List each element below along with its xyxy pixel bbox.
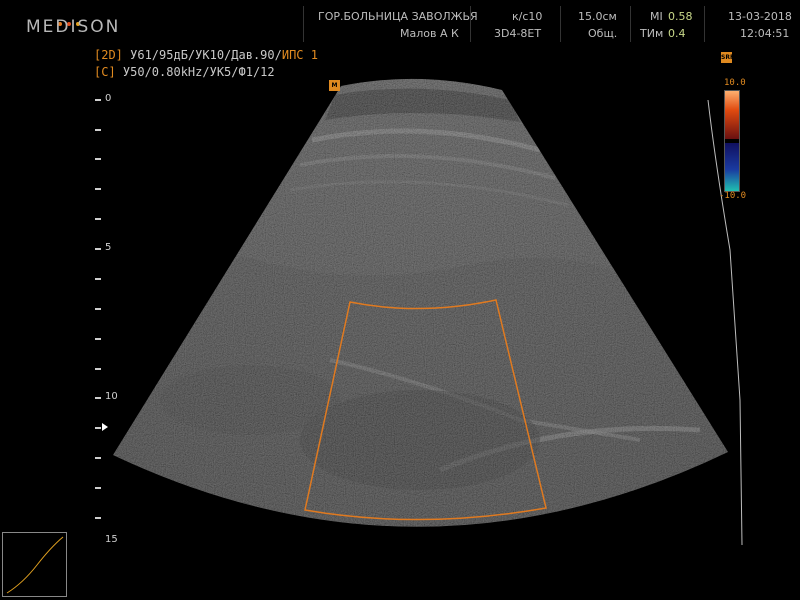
image-marker-icon: M: [329, 80, 340, 91]
color-scale-min: -10.0: [719, 191, 747, 201]
depth-tick: [95, 338, 101, 340]
srf-badge-icon: SRF: [721, 52, 735, 63]
depth-tick: [95, 248, 101, 250]
depth-label-5: 5: [105, 242, 112, 253]
depth-tick: [95, 427, 101, 429]
depth-tick: [95, 308, 101, 310]
depth-tick: [95, 457, 101, 459]
depth-tick: [95, 188, 101, 190]
depth-tick: [95, 368, 101, 370]
focus-marker-icon[interactable]: [102, 423, 108, 431]
depth-tick: [95, 218, 101, 220]
depth-tick: [95, 278, 101, 280]
depth-tick: [95, 487, 101, 489]
color-scale-max: 10.0: [724, 78, 746, 88]
gray-map-curve: [2, 532, 67, 597]
ultrasound-image: [113, 78, 743, 546]
depth-label-15: 15: [105, 534, 118, 545]
depth-tick: [95, 129, 101, 131]
depth-label-10: 10: [105, 391, 118, 402]
depth-tick: [95, 158, 101, 160]
depth-tick: [95, 517, 101, 519]
depth-tick: [95, 397, 101, 399]
depth-tick: [95, 99, 101, 101]
color-scale-bar: [724, 90, 740, 192]
gray-curve-icon: [6, 536, 64, 594]
depth-label-0: 0: [105, 93, 112, 104]
